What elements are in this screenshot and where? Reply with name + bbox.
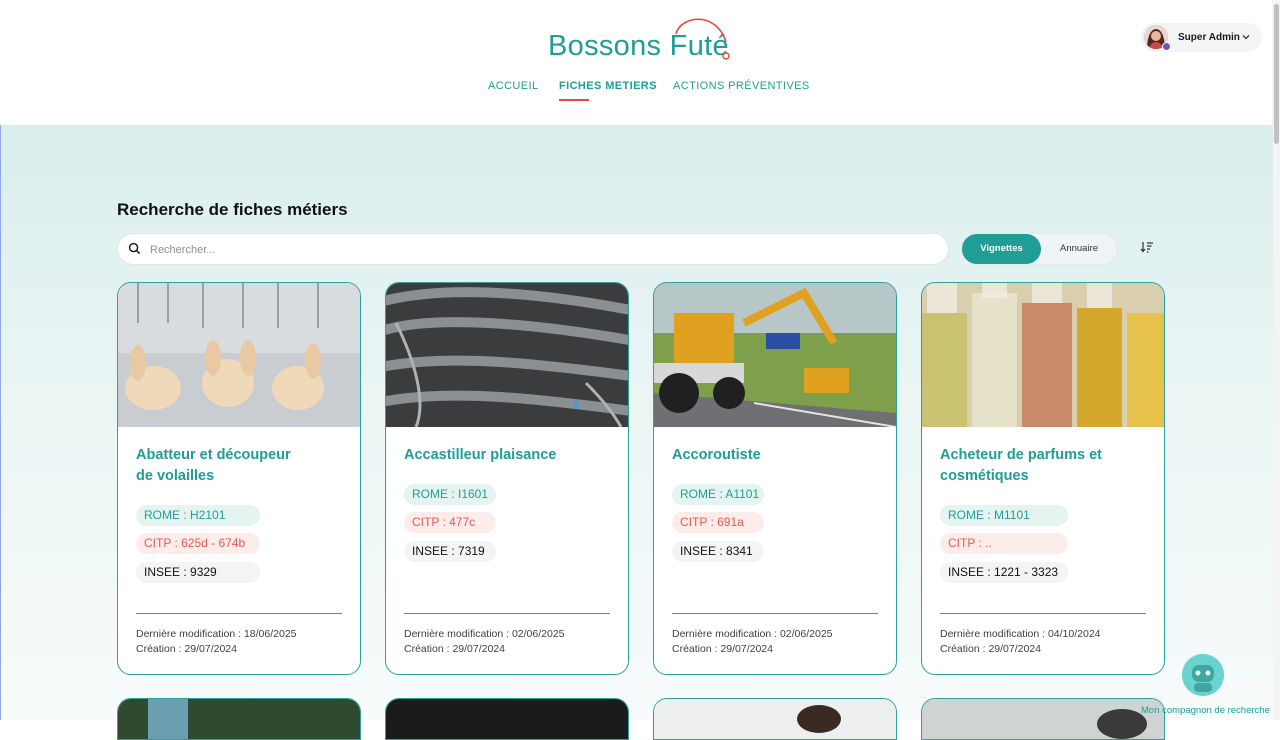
assistant-button[interactable] bbox=[1182, 654, 1224, 696]
logo-arc-icon bbox=[675, 18, 730, 60]
card-divider bbox=[404, 613, 610, 614]
card-image-partial bbox=[118, 699, 360, 739]
card-divider bbox=[940, 613, 1146, 614]
card-divider bbox=[136, 613, 342, 614]
card-title: Accoroutiste bbox=[672, 445, 872, 466]
card-title: Acheteur de parfums et cosmétiques bbox=[940, 445, 1140, 487]
view-toggle: Vignettes Annuaire bbox=[961, 233, 1118, 265]
card-created-date: Création : 29/07/2024 bbox=[672, 643, 773, 655]
search-icon bbox=[128, 242, 141, 255]
card-image-partial bbox=[654, 699, 896, 739]
card-title: Accastilleur plaisance bbox=[404, 445, 604, 466]
job-card-partial[interactable] bbox=[117, 698, 361, 740]
citp-badge: CITP : .. bbox=[940, 533, 1068, 554]
insee-badge: INSEE : 8341 bbox=[672, 541, 764, 562]
online-status-dot bbox=[1162, 42, 1171, 51]
nav-active-underline bbox=[559, 99, 589, 101]
main-nav: ACCUEIL FICHES METIERS ACTIONS PRÉVENTIV… bbox=[0, 80, 1272, 104]
card-image-volailles bbox=[118, 283, 360, 427]
assistant-label[interactable]: Mon compagnon de recherche bbox=[1141, 705, 1270, 716]
rome-badge: ROME : A1101 bbox=[672, 484, 764, 505]
card-image-partial bbox=[922, 699, 1164, 739]
nav-fiches-metiers[interactable]: FICHES METIERS bbox=[559, 80, 657, 92]
job-card[interactable]: Abatteur et découpeur de volailles ROME … bbox=[117, 282, 361, 675]
insee-badge: INSEE : 9329 bbox=[136, 562, 260, 583]
rome-badge: ROME : H2101 bbox=[136, 505, 260, 526]
main-content: Recherche de fiches métiers Vignettes An… bbox=[0, 125, 1273, 740]
job-card[interactable]: Accoroutiste ROME : A1101 CITP : 691a IN… bbox=[653, 282, 897, 675]
card-modified-date: Dernière modification : 18/06/2025 bbox=[136, 628, 297, 640]
user-name: Super Admin bbox=[1178, 32, 1240, 43]
view-annuaire-button[interactable]: Annuaire bbox=[1041, 234, 1117, 264]
card-image-parfums bbox=[922, 283, 1164, 427]
job-card[interactable]: Accastilleur plaisance ROME : I1601 CITP… bbox=[385, 282, 629, 675]
view-vignettes-button[interactable]: Vignettes bbox=[962, 234, 1041, 264]
job-card-partial[interactable] bbox=[653, 698, 897, 740]
insee-badge: INSEE : 7319 bbox=[404, 541, 496, 562]
card-image-partial bbox=[386, 699, 628, 739]
card-title-line: de volailles bbox=[136, 468, 215, 484]
card-image-cordage bbox=[386, 283, 628, 427]
top-header: Bossons Futé ACCUEIL FICHES METIERS ACTI… bbox=[0, 0, 1272, 126]
card-title: Abatteur et découpeur de volailles bbox=[136, 445, 336, 487]
card-title-line: cosmétiques bbox=[940, 468, 1029, 484]
card-title-line: Accoroutiste bbox=[672, 447, 761, 463]
job-card-partial[interactable] bbox=[385, 698, 629, 740]
job-card-partial[interactable] bbox=[921, 698, 1165, 740]
insee-badge: INSEE : 1221 - 3323 bbox=[940, 562, 1068, 583]
card-modified-date: Dernière modification : 02/06/2025 bbox=[404, 628, 565, 640]
card-title-line: Accastilleur plaisance bbox=[404, 447, 557, 463]
card-modified-date: Dernière modification : 02/06/2025 bbox=[672, 628, 833, 640]
job-card[interactable]: Acheteur de parfums et cosmétiques ROME … bbox=[921, 282, 1165, 675]
chevron-down-icon bbox=[1242, 35, 1250, 40]
rome-badge: ROME : I1601 bbox=[404, 484, 496, 505]
card-divider bbox=[672, 613, 878, 614]
robot-icon bbox=[1182, 654, 1224, 696]
search-input[interactable] bbox=[148, 239, 932, 261]
citp-badge: CITP : 477c bbox=[404, 512, 496, 533]
sort-icon[interactable] bbox=[1140, 240, 1154, 254]
card-created-date: Création : 29/07/2024 bbox=[136, 643, 237, 655]
card-title-line: Abatteur et découpeur bbox=[136, 447, 291, 463]
nav-actions-preventives[interactable]: ACTIONS PRÉVENTIVES bbox=[673, 80, 810, 92]
card-modified-date: Dernière modification : 04/10/2024 bbox=[940, 628, 1101, 640]
card-created-date: Création : 29/07/2024 bbox=[404, 643, 505, 655]
card-image-accoroutiste bbox=[654, 283, 896, 427]
page-scrollbar-thumb[interactable] bbox=[1274, 4, 1279, 144]
rome-badge: ROME : M1101 bbox=[940, 505, 1068, 526]
nav-accueil[interactable]: ACCUEIL bbox=[488, 80, 538, 92]
card-title-line: Acheteur de parfums et bbox=[940, 447, 1102, 463]
citp-badge: CITP : 625d - 674b bbox=[136, 533, 260, 554]
card-created-date: Création : 29/07/2024 bbox=[940, 643, 1041, 655]
search-bar[interactable] bbox=[117, 233, 949, 265]
user-menu-button[interactable]: Super Admin bbox=[1141, 23, 1262, 52]
citp-badge: CITP : 691a bbox=[672, 512, 764, 533]
page-title: Recherche de fiches métiers bbox=[117, 200, 348, 219]
